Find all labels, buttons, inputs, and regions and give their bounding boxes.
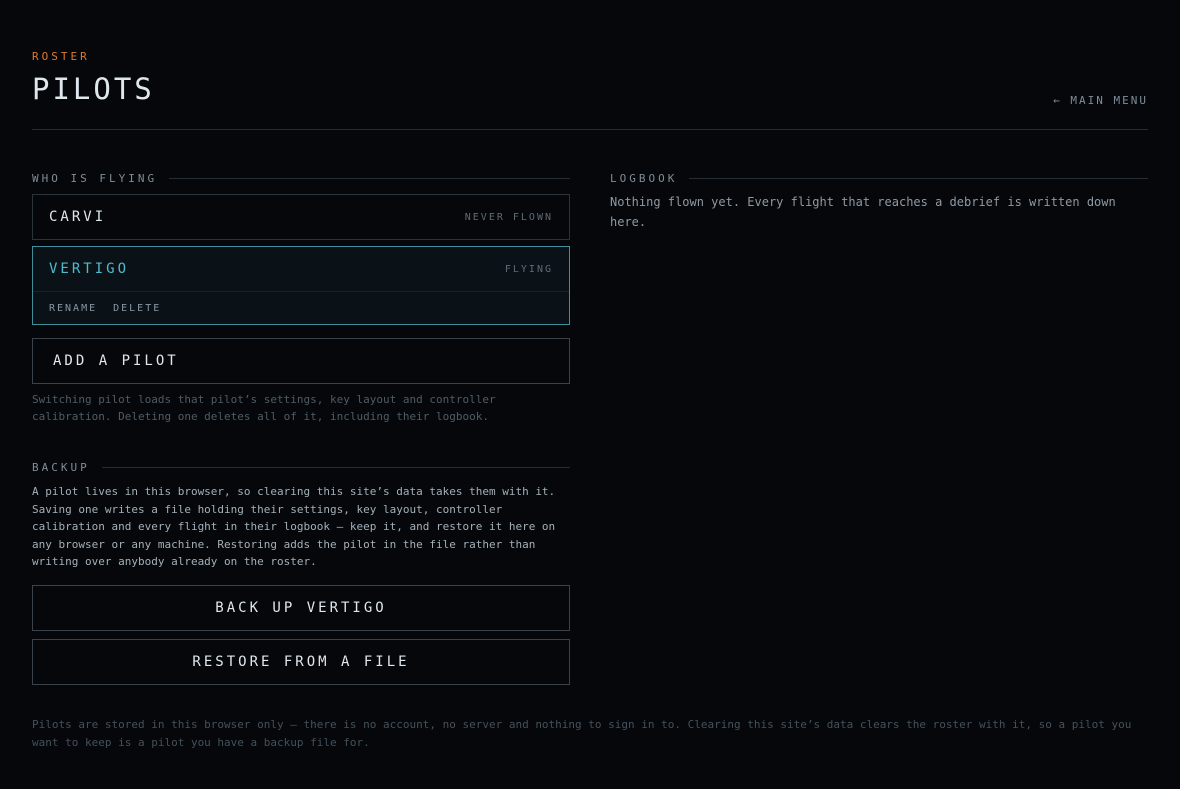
logbook-empty-text: Nothing flown yet. Every flight that rea… [610, 195, 1116, 229]
main-menu-link[interactable]: ← MAIN MENU [1053, 94, 1148, 107]
pilot-card-carvi[interactable]: CARVI NEVER FLOWN [32, 194, 570, 240]
storage-footer-note: Pilots are stored in this browser only —… [32, 718, 1132, 749]
restore-from-file-button[interactable]: RESTORE FROM A FILE [32, 639, 570, 685]
header-divider [32, 129, 1148, 130]
backup-description: A pilot lives in this browser, so cleari… [32, 485, 556, 569]
pilot-actions: RENAME DELETE [33, 291, 569, 324]
switching-pilot-note: Switching pilot loads that pilot’s setti… [32, 393, 496, 423]
logbook-heading: LOGBOOK [610, 172, 1148, 185]
section-rule [101, 467, 570, 468]
backup-label: BACKUP [32, 461, 90, 474]
pilots-page: ROSTER PILOTS ← MAIN MENU WHO IS FLYING … [0, 0, 1180, 789]
delete-button[interactable]: DELETE [113, 303, 161, 314]
who-is-flying-heading: WHO IS FLYING [32, 172, 570, 185]
pilot-status: FLYING [504, 263, 553, 275]
rename-button[interactable]: RENAME [49, 303, 97, 314]
pilot-row[interactable]: CARVI NEVER FLOWN [33, 195, 569, 239]
add-pilot-button[interactable]: ADD A PILOT [32, 338, 570, 384]
section-rule [169, 178, 570, 179]
page-title: PILOTS [32, 72, 155, 106]
backup-heading: BACKUP [32, 461, 570, 474]
pilot-status: NEVER FLOWN [464, 211, 553, 223]
pilot-name: VERTIGO [49, 261, 130, 277]
pilot-row[interactable]: VERTIGO FLYING [33, 247, 569, 291]
pilot-card-vertigo[interactable]: VERTIGO FLYING RENAME DELETE [32, 246, 570, 325]
pilot-name: CARVI [49, 209, 107, 225]
who-is-flying-label: WHO IS FLYING [32, 172, 158, 185]
section-rule [689, 178, 1148, 179]
page-kicker: ROSTER [32, 50, 90, 63]
backup-pilot-button[interactable]: BACK UP VERTIGO [32, 585, 570, 631]
logbook-label: LOGBOOK [610, 172, 678, 185]
